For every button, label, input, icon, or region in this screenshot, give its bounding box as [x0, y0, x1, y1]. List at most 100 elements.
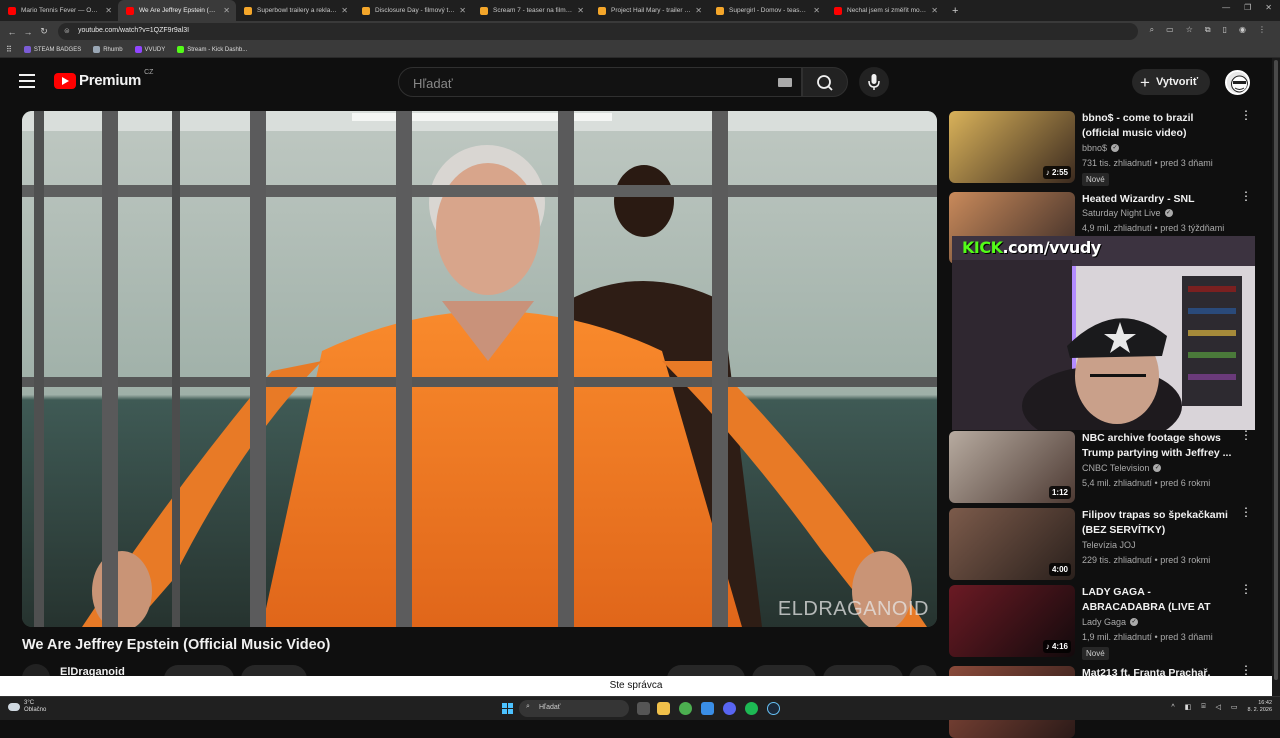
hamburger-menu-icon[interactable]: [19, 74, 35, 88]
keyboard-icon[interactable]: [778, 78, 792, 87]
tab-close-icon[interactable]: ✕: [695, 6, 702, 15]
more-options-icon[interactable]: ⋮: [1240, 506, 1252, 518]
more-options-icon[interactable]: ⋮: [1240, 664, 1252, 676]
steam-icon[interactable]: [767, 702, 780, 715]
task-view-icon[interactable]: [637, 702, 650, 715]
browser-tab[interactable]: We Are Jeffrey Epstein (Official ✕: [118, 0, 236, 21]
browser-tab[interactable]: Scream 7 - teaser na film | Sect ✕: [472, 0, 590, 21]
recommended-channel[interactable]: CNBC Television ✓: [1082, 463, 1162, 473]
tab-close-icon[interactable]: ✕: [813, 6, 820, 15]
browser-tab[interactable]: Mario Tennis Fever — Opening ✕: [0, 0, 118, 21]
bookmark-item[interactable]: Rhumb: [93, 46, 123, 53]
kick-suffix: .com/vvudy: [1002, 238, 1102, 257]
recommended-channel[interactable]: bbno$ ✓: [1082, 143, 1120, 153]
more-options-icon[interactable]: ⋮: [1240, 429, 1252, 441]
voice-search-button[interactable]: [859, 67, 889, 97]
browser-tab[interactable]: Nechal jsem si změřit mozek na ✕: [826, 0, 944, 21]
recommended-channel-name: Televízia JOJ: [1082, 540, 1136, 550]
network-icon[interactable]: ⌸: [1201, 703, 1205, 711]
extensions-icon[interactable]: ⧉: [1205, 25, 1211, 35]
bookmark-item[interactable]: STEAM BADGES: [23, 46, 81, 53]
spotify-icon[interactable]: [745, 702, 758, 715]
video-duration: 4:00: [1048, 563, 1071, 576]
tab-title: Disclosure Day - filmový trailer: [375, 7, 456, 14]
video-watermark: ELDRAGANOID: [777, 598, 929, 620]
apps-grid-icon[interactable]: ⠿: [6, 45, 12, 54]
file-explorer-icon[interactable]: [657, 702, 670, 715]
tab-close-icon[interactable]: ✕: [105, 6, 112, 15]
video-player[interactable]: ELDRAGANOID: [22, 111, 937, 627]
recommended-video[interactable]: ♪ 4:16 LADY GAGA - ABRACADABRA (LIVE AT T…: [949, 583, 1254, 660]
recommended-video-title[interactable]: LADY GAGA - ABRACADABRA (LIVE AT THE 202…: [1082, 585, 1232, 615]
bookmark-item[interactable]: VVUDY: [134, 46, 165, 53]
search-icon: ⌕: [526, 703, 530, 710]
recommended-video-title[interactable]: NBC archive footage shows Trump partying…: [1082, 431, 1232, 461]
more-options-icon[interactable]: ⋮: [1240, 190, 1252, 202]
tab-title: We Are Jeffrey Epstein (Official: [139, 7, 219, 14]
recommended-video-title[interactable]: Filipov trapas so špekačkami (BEZ SERVÍT…: [1082, 508, 1232, 538]
bookmark-item[interactable]: Stream - Kick Dashb...: [177, 46, 247, 53]
video-thumbnail[interactable]: 4:00: [949, 508, 1075, 580]
address-bar[interactable]: ⊜ youtube.com/watch?v=1QZF9r9al3I: [58, 23, 1138, 40]
scrollbar-thumb[interactable]: [1274, 60, 1278, 680]
battery-icon[interactable]: ▭: [1231, 703, 1238, 711]
video-thumbnail[interactable]: ♪ 4:16: [949, 585, 1075, 657]
account-avatar[interactable]: [1225, 70, 1250, 95]
maximize-icon[interactable]: ❐: [1244, 3, 1251, 12]
tab-close-icon[interactable]: ✕: [341, 6, 348, 15]
duration-text: 4:00: [1051, 565, 1068, 574]
recommended-channel[interactable]: Televízia JOJ: [1082, 540, 1136, 550]
taskbar-clock[interactable]: 16:42 8. 2. 2026: [1248, 700, 1272, 714]
tab-close-icon[interactable]: ✕: [223, 6, 230, 15]
recommended-video[interactable]: ♪ 2:55 bbno$ - come to brazil (official m…: [949, 109, 1254, 186]
reload-icon[interactable]: ↻: [36, 26, 52, 37]
create-button[interactable]: + Vytvoriť: [1132, 69, 1210, 95]
more-options-icon[interactable]: ⋮: [1240, 583, 1252, 595]
cast-icon[interactable]: ▭: [1166, 25, 1174, 35]
recommended-video[interactable]: 4:00 Filipov trapas so špekačkami (BEZ SE…: [949, 506, 1254, 580]
weather-widget[interactable]: 3°C Oblačno: [8, 700, 46, 714]
back-icon[interactable]: ←: [4, 27, 20, 37]
volume-icon[interactable]: ◁: [1216, 703, 1221, 711]
tray-expand-icon[interactable]: ^: [1171, 704, 1174, 711]
browser-tab[interactable]: Project Hail Mary - trailer na fil ✕: [590, 0, 708, 21]
profile-icon[interactable]: ◉: [1239, 25, 1246, 35]
search-input[interactable]: Hľadať: [398, 67, 802, 97]
recommended-channel[interactable]: Saturday Night Live ✓: [1082, 208, 1173, 218]
video-thumbnail[interactable]: 1:12: [949, 431, 1075, 503]
tab-close-icon[interactable]: ✕: [931, 6, 938, 15]
mail-icon[interactable]: [701, 702, 714, 715]
tab-favicon-icon: [480, 6, 488, 15]
recommended-video-title[interactable]: Heated Wizardry - SNL: [1082, 192, 1232, 207]
discord-icon[interactable]: [723, 702, 736, 715]
zoom-icon[interactable]: ⌕: [1150, 25, 1154, 35]
recommended-video-title[interactable]: bbno$ - come to brazil (official music v…: [1082, 111, 1232, 141]
taskbar-search[interactable]: ⌕ Hľadať: [519, 700, 629, 717]
close-window-icon[interactable]: ✕: [1265, 3, 1272, 12]
page-scrollbar[interactable]: [1272, 58, 1280, 696]
sidebar-icon[interactable]: ▯: [1223, 25, 1227, 35]
tab-close-icon[interactable]: ✕: [577, 6, 584, 15]
tray-app-icon[interactable]: ◧: [1185, 703, 1192, 711]
browser-menu-icon[interactable]: ⋮: [1258, 25, 1266, 35]
bookmark-star-icon[interactable]: ☆: [1186, 25, 1193, 35]
search-button[interactable]: [802, 67, 848, 97]
forward-icon[interactable]: →: [20, 27, 36, 37]
youtube-premium-logo[interactable]: Premium CZ: [54, 69, 153, 89]
video-thumbnail[interactable]: ♪ 2:55: [949, 111, 1075, 183]
tab-close-icon[interactable]: ✕: [459, 6, 466, 15]
chrome-icon[interactable]: [679, 702, 692, 715]
tab-favicon-icon: [362, 6, 370, 15]
browser-tab[interactable]: Superbowl trailery a reklamy | S✕: [236, 0, 354, 21]
recommended-video-meta: 5,4 mil. zhliadnutí • pred 6 rokmi: [1082, 478, 1211, 488]
recommended-channel[interactable]: Lady Gaga ✓: [1082, 617, 1139, 627]
video-duration: ♪ 4:16: [1042, 640, 1071, 653]
browser-tab[interactable]: Supergirl - Domov - teaser na f ✕: [708, 0, 826, 21]
minimize-icon[interactable]: —: [1222, 3, 1230, 12]
new-tab-icon[interactable]: +: [952, 5, 958, 17]
windows-start-icon[interactable]: [502, 703, 513, 714]
recommended-video[interactable]: 1:12 NBC archive footage shows Trump part…: [949, 429, 1254, 503]
browser-tab[interactable]: Disclosure Day - filmový trailer ✕: [354, 0, 472, 21]
site-info-icon[interactable]: ⊜: [64, 27, 70, 35]
more-options-icon[interactable]: ⋮: [1240, 109, 1252, 121]
